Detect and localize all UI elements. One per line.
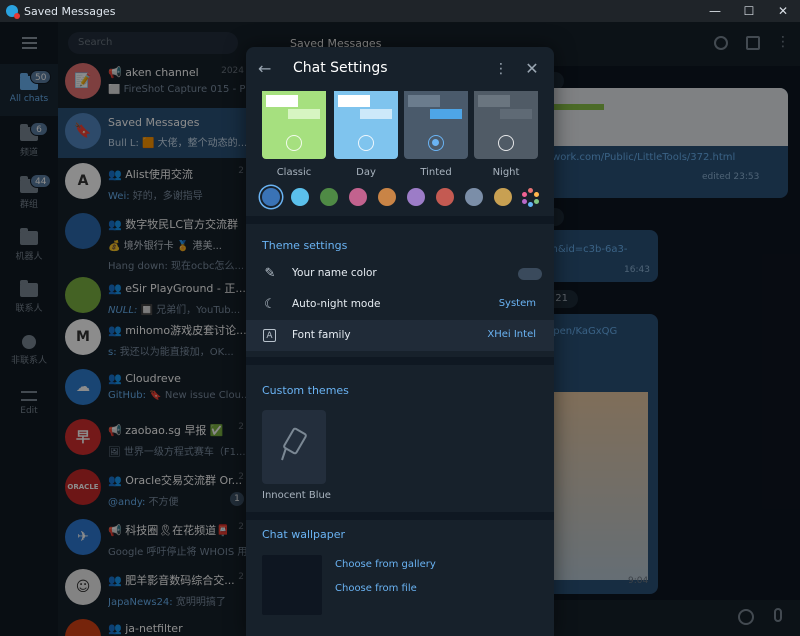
- font-icon: A: [263, 329, 276, 342]
- theme-radio[interactable]: [358, 135, 374, 151]
- theme-day[interactable]: Day: [334, 91, 398, 181]
- accent-color-swatch[interactable]: [291, 188, 309, 206]
- theme-preview: [474, 91, 538, 159]
- your-name-color-row[interactable]: ✎ Your name color: [246, 258, 554, 289]
- theme-preview: [262, 91, 326, 159]
- accent-color-swatch[interactable]: [262, 188, 280, 206]
- section-divider: [246, 216, 554, 224]
- dialog-header: ← Chat Settings ⋮ ✕: [246, 47, 554, 93]
- theme-preview: [404, 91, 468, 159]
- section-divider: [246, 512, 554, 520]
- theme-tinted[interactable]: Tinted: [404, 91, 468, 181]
- row-value: System: [498, 298, 536, 309]
- custom-themes-heading: Custom themes: [262, 384, 349, 397]
- minimize-button[interactable]: —: [698, 0, 732, 22]
- close-icon[interactable]: ✕: [522, 59, 542, 79]
- more-options-icon[interactable]: ⋮: [494, 60, 508, 80]
- paint-roller-icon: [281, 427, 307, 461]
- name-color-preview: [518, 268, 542, 280]
- theme-preview-bubble: [408, 95, 440, 107]
- chat-settings-dialog: ← Chat Settings ⋮ ✕ Classic Day Tinted N…: [246, 47, 554, 636]
- custom-color-palette-icon[interactable]: [522, 188, 540, 207]
- back-arrow-icon[interactable]: ←: [258, 59, 278, 79]
- telegram-logo-icon: [6, 5, 20, 19]
- font-family-row[interactable]: A Font family XHei Intel: [246, 320, 554, 351]
- theme-radio[interactable]: [286, 135, 302, 151]
- row-label: Font family: [292, 329, 351, 341]
- accent-color-swatch[interactable]: [349, 188, 367, 206]
- theme-label: Day: [356, 167, 376, 178]
- row-value: XHei Intel: [487, 329, 536, 340]
- theme-preview-bubble: [360, 109, 392, 119]
- telegram-window: Saved Messages — ☐ ✕ 50 All chats 6 频道 4…: [0, 0, 800, 636]
- theme-preview-bubble: [500, 109, 532, 119]
- title-bar: Saved Messages — ☐ ✕: [0, 0, 800, 22]
- choose-from-file-link[interactable]: Choose from file: [335, 583, 417, 594]
- close-window-button[interactable]: ✕: [766, 0, 800, 22]
- moon-icon: ☾: [264, 297, 276, 312]
- theme-label: Classic: [276, 167, 312, 178]
- theme-radio[interactable]: [498, 135, 514, 151]
- accent-color-swatch[interactable]: [378, 188, 396, 206]
- theme-label: Night: [492, 167, 520, 178]
- window-title: Saved Messages: [24, 4, 116, 18]
- theme-classic[interactable]: Classic: [262, 91, 326, 181]
- theme-preview-bubble: [430, 109, 462, 119]
- theme-picker: Classic Day Tinted Night: [262, 91, 542, 181]
- chat-wallpaper-heading: Chat wallpaper: [262, 528, 346, 541]
- wallpaper-preview: [262, 555, 322, 615]
- row-label: Your name color: [292, 267, 377, 279]
- choose-from-gallery-link[interactable]: Choose from gallery: [335, 559, 436, 570]
- theme-preview-bubble: [288, 109, 320, 119]
- theme-preview-bubble: [478, 95, 510, 107]
- theme-radio-selected[interactable]: [428, 135, 444, 151]
- theme-settings-heading: Theme settings: [262, 239, 348, 252]
- row-label: Auto-night mode: [292, 298, 381, 310]
- accent-color-swatch[interactable]: [407, 188, 425, 206]
- brush-icon: ✎: [264, 266, 276, 281]
- accent-color-picker: [262, 188, 542, 207]
- theme-preview: [334, 91, 398, 159]
- accent-color-swatch[interactable]: [436, 188, 454, 206]
- theme-preview-bubble: [266, 95, 298, 107]
- theme-preview-bubble: [338, 95, 370, 107]
- accent-color-swatch[interactable]: [494, 188, 512, 206]
- auto-night-mode-row[interactable]: ☾ Auto-night mode System: [246, 289, 554, 320]
- theme-label: Tinted: [420, 167, 452, 178]
- dialog-title: Chat Settings: [293, 60, 388, 76]
- section-divider: [246, 357, 554, 365]
- custom-theme-label: Innocent Blue: [262, 490, 331, 501]
- custom-theme-card[interactable]: [262, 410, 326, 484]
- maximize-button[interactable]: ☐: [732, 0, 766, 22]
- accent-color-swatch[interactable]: [465, 188, 483, 206]
- accent-color-swatch[interactable]: [320, 188, 338, 206]
- theme-night[interactable]: Night: [474, 91, 538, 181]
